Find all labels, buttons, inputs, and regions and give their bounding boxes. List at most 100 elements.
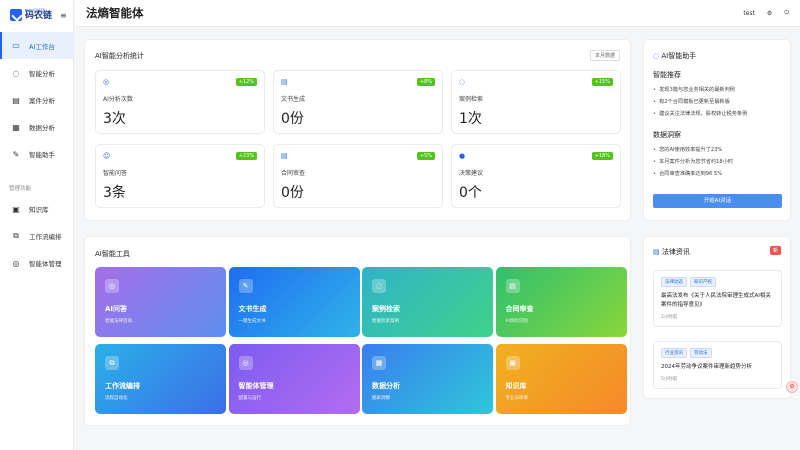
list-item[interactable]: 建议关注法律法规、股权转让税务条例 [653, 108, 747, 120]
sidebar-item-agent-management[interactable]: ◎ 智能体管理 [0, 250, 73, 276]
sidebar-item-label: 智能分析 [29, 70, 55, 78]
book-icon: ▣ [505, 356, 520, 370]
tool-card-contract-review[interactable]: ▤ 合同审查 AI风险识别 [495, 267, 627, 337]
news-item-title: 2024年劳动争议案件审理新趋势分析 [661, 364, 752, 370]
settings-icon[interactable]: ⚙ [767, 10, 772, 17]
growth-badge: +5% [416, 152, 435, 160]
tool-description: 配置与运行 [238, 396, 262, 401]
news-item[interactable]: 法律动态 知识产权 最高法发布《关于人民法院审理生成式AI相关案件的指导意见》 … [653, 270, 782, 327]
document-icon: ▤ [12, 95, 20, 105]
header: 法熵智能体 test ⚙ ⏻ [75, 0, 800, 27]
list-item[interactable]: 有2个合同模板已更新至最新版 [653, 96, 747, 108]
stat-value: 0份 [281, 185, 304, 201]
news-item[interactable]: 行业资讯 劳动法 2024年劳动争议案件审理新趋势分析 5小时前 [653, 341, 782, 389]
recommend-heading: 智能推荐 [653, 71, 681, 79]
tool-description: AI风险识别 [505, 319, 528, 324]
monitor-icon: ▭ [12, 41, 20, 50]
stat-label: AI分析次数 [103, 96, 133, 103]
power-icon[interactable]: ⏻ [784, 9, 789, 17]
location-pin-icon: ● [459, 152, 466, 160]
tool-card-data-analysis[interactable]: ▦ 数据分析 图表洞察 [362, 344, 493, 414]
sidebar-item-label: 工作流编排 [29, 233, 62, 241]
agent-icon: ◎ [12, 258, 20, 268]
news-tag[interactable]: 劳动法 [690, 348, 712, 358]
tool-name: 数据分析 [372, 382, 400, 390]
workflow-icon: ⧉ [13, 231, 19, 240]
book-icon: ▣ [12, 204, 20, 214]
list-item: 本月案件分析为您节省约18小时 [653, 156, 733, 168]
tool-card-workflow[interactable]: ⧉ 工作流编排 流程自动化 [95, 344, 226, 414]
workflow-icon: ⧉ [105, 356, 119, 370]
tool-card-agent-management[interactable]: ◎ 智能体管理 配置与运行 [228, 344, 360, 414]
stats-panel: AI智能分析统计 本月数据 ◎ +12% AI分析次数 3次 ▤ +8% 文书生… [84, 39, 631, 221]
stats-title: AI智能分析统计 [95, 52, 144, 60]
contract-icon: ▤ [281, 152, 288, 160]
news-tag[interactable]: 知识产权 [690, 277, 716, 287]
document-icon: ▤ [281, 78, 288, 86]
news-panel: ▤ 法律资讯 新 法律动态 知识产权 最高法发布《关于人民法院审理生成式AI相关… [643, 236, 791, 399]
stat-value: 3次 [103, 111, 126, 127]
menu-collapse-icon[interactable]: ≡ [60, 11, 67, 20]
sidebar-item-workflow[interactable]: ⧉ 工作流编排 [0, 223, 73, 249]
period-button[interactable]: 本月数据 [589, 50, 620, 61]
growth-badge: +8% [416, 78, 435, 86]
tool-name: 工作流编排 [105, 382, 140, 390]
sidebar-item-data-analysis[interactable]: ▦ 数据分析 [0, 114, 73, 140]
sidebar-item-knowledge-base[interactable]: ▣ 知识库 [0, 196, 73, 222]
tool-card-ai-qa[interactable]: ◎ AI问答 智能法律咨询 [95, 267, 226, 337]
search-icon: ◌ [372, 279, 386, 293]
news-icon: ▤ [653, 248, 660, 256]
sidebar-item-label: 智能助手 [29, 151, 55, 159]
sidebar-item-smart-assistant[interactable]: ✎ 智能助手 [0, 141, 73, 167]
sidebar-item-case-analysis[interactable]: ▤ 案件分析 [0, 87, 73, 113]
assistant-icon: ◌ [653, 52, 660, 60]
tool-name: 知识库 [505, 382, 527, 390]
logo-name: 码农链 [25, 11, 53, 22]
insight-heading: 数据洞察 [653, 131, 681, 139]
assistant-title: AI智能助手 [661, 52, 697, 60]
stat-card-ai-analysis[interactable]: ◎ +12% AI分析次数 3次 [95, 70, 265, 134]
cart-icon: ▦ [12, 122, 20, 132]
start-ai-chat-button[interactable]: 开始AI对话 [653, 194, 782, 208]
tool-description: 图表洞察 [372, 396, 390, 401]
sidebar-item-label: 数据分析 [29, 124, 55, 132]
news-item-title: 最高法发布《关于人民法院审理生成式AI相关案件的指导意见》 [661, 293, 771, 308]
sidebar-item-smart-analysis[interactable]: ◌ 智能分析 [0, 60, 73, 86]
new-badge: 新 [769, 246, 781, 255]
list-item: 合同审查准确率达到96.5% [653, 168, 733, 180]
growth-badge: +23% [235, 152, 257, 160]
news-item-time: 2小时前 [661, 315, 678, 320]
tool-card-document-generation[interactable]: ✎ 文书生成 一键生成文书 [228, 267, 360, 337]
tool-card-case-search[interactable]: ◌ 案例检索 智能检索案例 [362, 267, 493, 337]
stat-label: 合同审查 [281, 170, 306, 177]
stat-value: 1次 [459, 111, 482, 127]
logo[interactable]: mayiCASES 码农链 ≡ [0, 0, 73, 30]
floating-assistant-icon[interactable]: ✿ [786, 381, 798, 393]
tool-name: 案例检索 [372, 305, 400, 313]
news-tag[interactable]: 法律动态 [661, 277, 687, 287]
growth-badge: +18% [591, 152, 613, 160]
stat-label: 智能问答 [103, 170, 128, 177]
stat-label: 决策建议 [459, 170, 484, 177]
page-title: 法熵智能体 [86, 6, 144, 20]
list-item[interactable]: 发现3篇与您业务相关的最新判例 [653, 84, 747, 96]
sidebar-item-label: 智能体管理 [29, 260, 62, 268]
stat-card-document-generation[interactable]: ▤ +8% 文书生成 0份 [273, 70, 443, 134]
stat-label: 文书生成 [281, 96, 306, 103]
user-name[interactable]: test [743, 10, 755, 17]
news-tag[interactable]: 行业资讯 [661, 348, 687, 358]
stat-card-contract-review[interactable]: ▤ +5% 合同审查 0份 [273, 144, 443, 208]
chat-icon: ◌ [12, 68, 20, 78]
assistant-panel: ◌ AI智能助手 智能推荐 发现3篇与您业务相关的最新判例 有2个合同模板已更新… [643, 39, 791, 221]
insight-list: 您的AI使用效率提升了23% 本月案件分析为您节省约18小时 合同审查准确率达到… [653, 144, 733, 180]
tool-card-knowledge-base[interactable]: ▣ 知识库 专业法律库 [495, 344, 627, 414]
stat-card-decision-advice[interactable]: ● +18% 决策建议 0个 [451, 144, 621, 208]
stat-value: 0个 [459, 185, 482, 201]
stat-value: 0份 [281, 111, 304, 127]
stat-card-case-search[interactable]: ◌ +15% 案例检索 1次 [451, 70, 621, 134]
sidebar-item-ai-workbench[interactable]: ▭ AI工作台 [0, 32, 73, 59]
news-item-time: 5小时前 [661, 377, 678, 382]
stat-value: 3条 [103, 185, 126, 201]
logo-icon [10, 9, 22, 21]
stat-card-smart-qa[interactable]: ☺ +23% 智能问答 3条 [95, 144, 265, 208]
